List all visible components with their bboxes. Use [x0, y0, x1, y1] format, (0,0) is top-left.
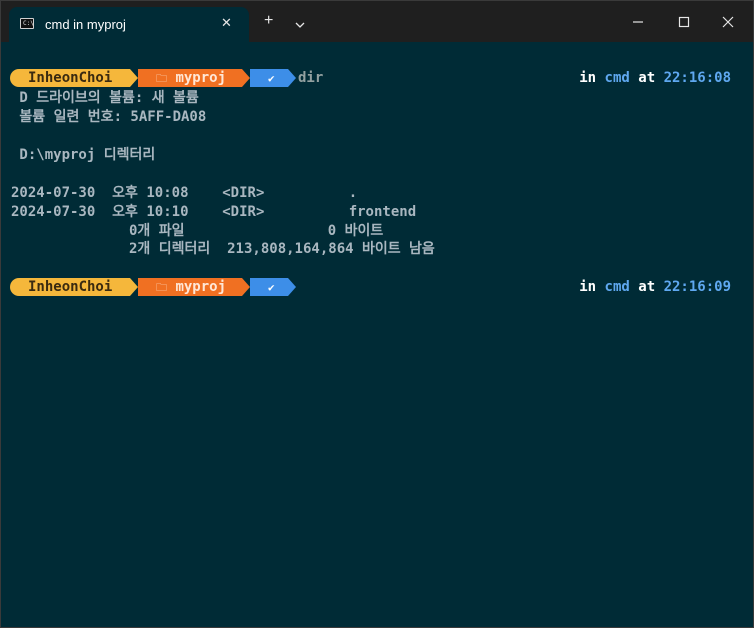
new-tab-button[interactable]: + [264, 13, 273, 29]
list-item: 2024-07-30 오후 10:08 <DIR> . [11, 185, 358, 201]
prompt-line: InheonChoi 🗀 myproj ✔ dir in cmd at 22:1… [1, 69, 753, 87]
prompt-folder: 🗀 myproj [138, 69, 242, 87]
powerline-separator [288, 278, 296, 296]
terminal-content[interactable]: InheonChoi 🗀 myproj ✔ dir in cmd at 22:1… [1, 42, 753, 627]
maximize-icon [678, 16, 690, 28]
prompt-line: InheonChoi 🗀 myproj ✔ in cmd at 22:16:09 [1, 278, 753, 296]
folder-icon: 🗀 [156, 281, 167, 294]
prompt-user: InheonChoi [10, 69, 130, 87]
powerline-separator [242, 69, 250, 87]
powerline-separator [288, 69, 296, 87]
prompt-status: ✔ [250, 278, 288, 296]
directory-of: D:\myproj 디렉터리 [11, 147, 156, 163]
checkmark-icon: ✔ [268, 72, 275, 85]
tab-title: cmd in myproj [45, 17, 126, 32]
prompt-folder: 🗀 myproj [138, 278, 242, 296]
title-bar: C:\ cmd in myproj ✕ + [1, 1, 753, 42]
minimize-button[interactable] [615, 1, 661, 42]
prompt-command: dir [298, 70, 324, 86]
powerline-separator [130, 69, 138, 87]
terminal-icon: C:\ [20, 18, 34, 29]
chevron-down-icon[interactable] [295, 16, 305, 34]
terminal-window: C:\ cmd in myproj ✕ + InheonChoi 🗀 mypro… [0, 0, 754, 628]
powerline-separator [242, 278, 250, 296]
dirs-summary: 2개 디렉터리 213,808,164,864 바이트 남음 [11, 241, 435, 257]
volume-serial: 볼륨 일련 번호: 5AFF-DA08 [11, 109, 207, 125]
minimize-icon [633, 21, 643, 23]
list-item: 2024-07-30 오후 10:10 <DIR> frontend [11, 204, 417, 220]
files-summary: 0개 파일 0 바이트 [11, 223, 384, 239]
folder-icon: 🗀 [156, 72, 167, 85]
tab-close-icon[interactable]: ✕ [221, 16, 232, 30]
tab-cmd[interactable]: C:\ cmd in myproj ✕ [9, 7, 249, 42]
right-prompt: in cmd at 22:16:08 [579, 70, 731, 86]
close-button[interactable] [705, 1, 751, 42]
maximize-button[interactable] [661, 1, 707, 42]
prompt-user: InheonChoi [10, 278, 130, 296]
volume-label: D 드라이브의 볼륨: 새 볼륨 [11, 90, 199, 106]
powerline-separator [130, 278, 138, 296]
prompt-status: ✔ [250, 69, 288, 87]
right-prompt: in cmd at 22:16:09 [579, 279, 731, 295]
checkmark-icon: ✔ [268, 281, 275, 294]
close-icon [722, 16, 734, 28]
